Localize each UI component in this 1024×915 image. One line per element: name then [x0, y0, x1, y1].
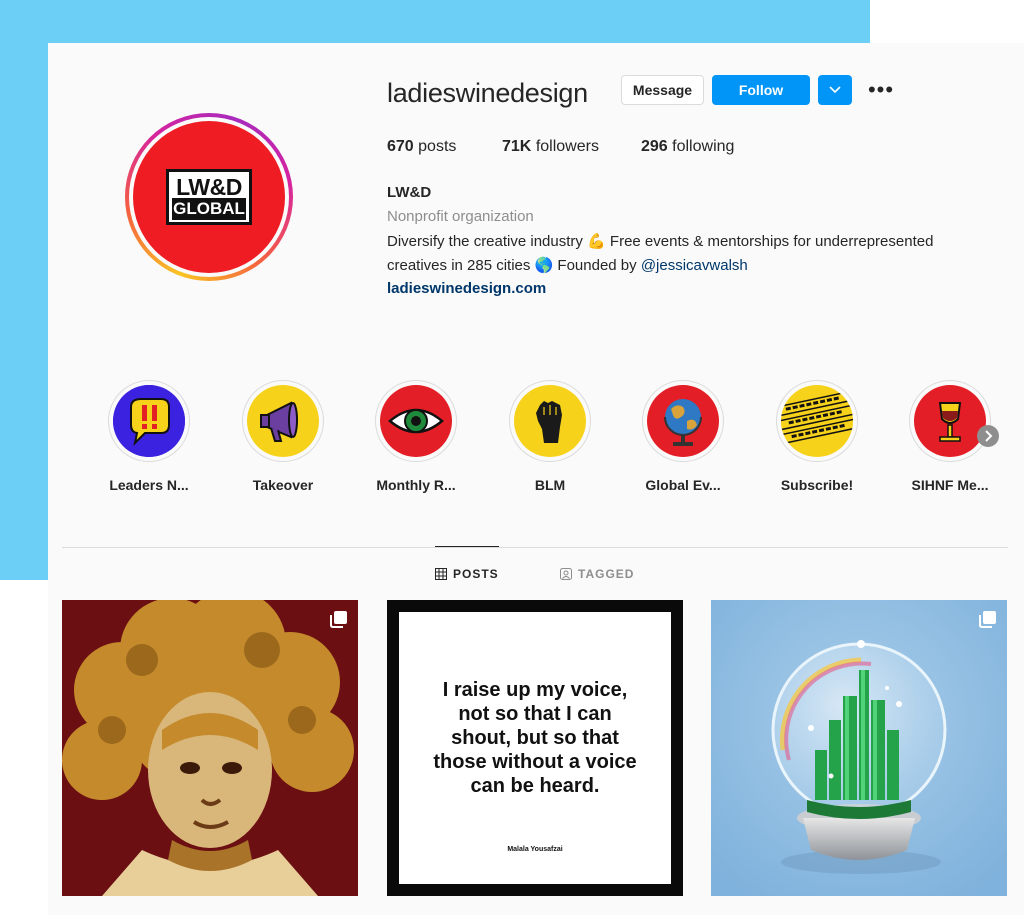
highlight-label: Monthly R...	[376, 477, 456, 493]
snow-globe-emerald-city-illustration	[711, 600, 1007, 896]
grid-icon	[435, 568, 447, 580]
follow-button[interactable]: Follow	[712, 75, 810, 105]
highlight-label: Takeover	[252, 477, 314, 493]
following-count[interactable]: 296 following	[641, 138, 734, 156]
highlight-label: BLM	[534, 477, 566, 493]
lwd-global-logo: LW&D GLOBAL	[166, 169, 252, 225]
profile-username: ladieswinedesign	[387, 78, 588, 108]
post-tile-3[interactable]	[711, 600, 1007, 896]
highlight-label: Global Ev...	[645, 477, 721, 493]
bio-text-line-1: Diversify the creative industry 💪 Free e…	[387, 233, 934, 250]
website-link[interactable]: ladieswinedesign.com	[387, 280, 546, 297]
highlight-global-events[interactable]: Global Ev...	[623, 380, 743, 493]
megaphone-icon	[247, 385, 319, 457]
highlight-monthly[interactable]: Monthly R...	[356, 380, 476, 493]
founder-mention-link[interactable]: @jessicavwalsh	[641, 257, 748, 274]
chevron-down-icon	[829, 86, 841, 94]
highlight-label: SIHNF Me...	[911, 477, 989, 493]
posts-count: 670 posts	[387, 138, 457, 155]
quote-text: I raise up my voice, not so that I can s…	[433, 679, 637, 797]
highlight-label: Subscribe!	[780, 477, 854, 493]
post-tile-1[interactable]	[62, 600, 358, 896]
subscribe-tape-icon	[781, 385, 853, 457]
highlight-leaders[interactable]: Leaders N...	[89, 380, 209, 493]
multiple-photos-icon	[979, 611, 996, 628]
more-options-icon[interactable]: •••	[866, 79, 896, 101]
logo-text-bottom: GLOBAL	[172, 198, 246, 220]
child-portrait-illustration	[62, 600, 358, 896]
follow-options-button[interactable]	[818, 75, 852, 105]
bio-category: Nonprofit organization	[387, 208, 534, 225]
followers-count[interactable]: 71K followers	[502, 138, 599, 156]
tagged-user-icon	[560, 568, 572, 580]
multiple-photos-icon	[330, 611, 347, 628]
highlight-subscribe[interactable]: Subscribe!	[757, 380, 877, 493]
avatar-logo-circle: LW&D GLOBAL	[133, 121, 285, 273]
tab-posts[interactable]: POSTS	[435, 567, 499, 581]
active-tab-indicator	[435, 546, 499, 547]
highlight-takeover[interactable]: Takeover	[223, 380, 343, 493]
message-button[interactable]: Message	[621, 75, 704, 105]
speech-bubble-exclamation-icon	[113, 385, 185, 457]
chevron-right-icon	[985, 430, 993, 442]
raised-fist-icon	[514, 385, 586, 457]
quote-card: I raise up my voice, not so that I can s…	[399, 612, 671, 884]
post-tile-2[interactable]: I raise up my voice, not so that I can s…	[387, 600, 683, 896]
globe-icon	[647, 385, 719, 457]
quote-author: Malala Yousafzai	[507, 846, 563, 853]
quote-card-frame: I raise up my voice, not so that I can s…	[387, 600, 683, 896]
logo-text-top: LW&D	[176, 174, 242, 200]
tab-tagged[interactable]: TAGGED	[560, 567, 634, 581]
eye-icon	[380, 385, 452, 457]
highlight-blm[interactable]: BLM	[490, 380, 610, 493]
profile-avatar[interactable]: LW&D GLOBAL	[125, 113, 293, 281]
bio-text-line-2: creatives in 285 cities 🌎 Founded by @je…	[387, 257, 748, 274]
wine-glass-icon	[914, 385, 986, 457]
bio-display-name: LW&D	[387, 184, 432, 201]
highlight-label: Leaders N...	[109, 477, 189, 493]
tabs-divider	[62, 547, 1008, 548]
highlights-next-button[interactable]	[977, 425, 999, 447]
